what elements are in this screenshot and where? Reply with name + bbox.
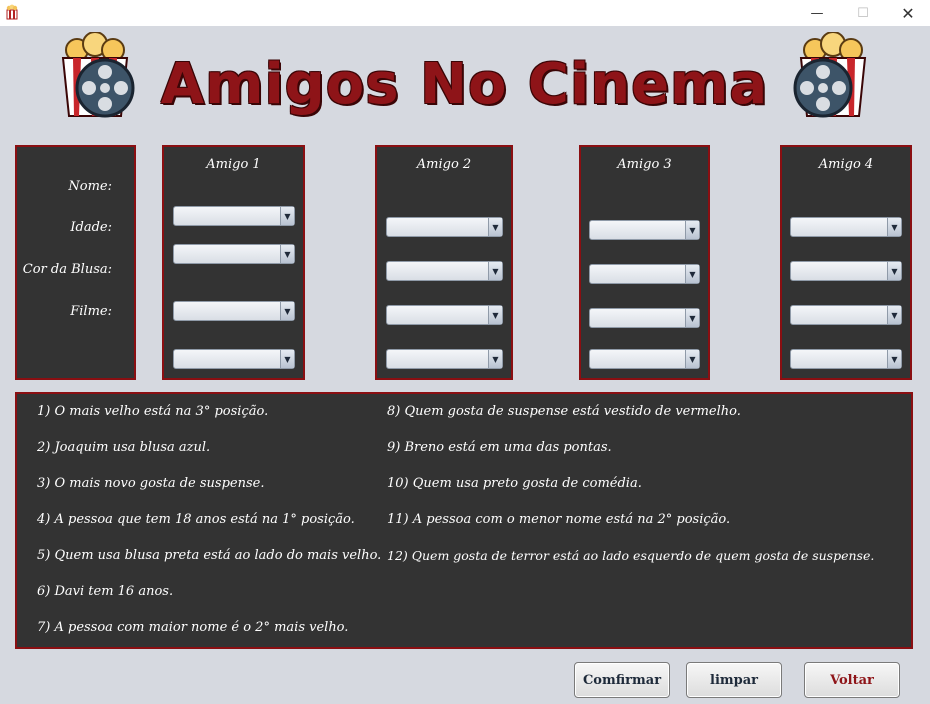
friend3-movie-select[interactable]: ▼ <box>589 349 700 369</box>
chevron-down-icon: ▼ <box>685 350 699 368</box>
friend-title: Amigo 3 <box>617 157 672 172</box>
friend4-shirt-color-select[interactable]: ▼ <box>790 305 902 325</box>
back-button[interactable]: Voltar <box>804 662 900 698</box>
friend2-name-select[interactable]: ▼ <box>386 217 503 237</box>
popcorn-app-icon <box>6 4 18 20</box>
app-title: Amigos No Cinema <box>160 51 769 117</box>
chevron-down-icon: ▼ <box>280 207 294 225</box>
friend1-age-select[interactable]: ▼ <box>173 244 295 264</box>
banner: Amigos No Cinema <box>55 32 870 122</box>
popcorn-film-reel-icon <box>61 32 135 118</box>
friend-title: Amigo 4 <box>818 157 874 172</box>
friend3-shirt-color-select[interactable]: ▼ <box>589 308 700 328</box>
hint-item: 9) Breno está em uma das pontas. <box>387 440 612 455</box>
hint-item: 5) Quem usa blusa preta está ao lado do … <box>37 548 382 563</box>
confirm-button[interactable]: Comfirmar <box>574 662 670 698</box>
chevron-down-icon: ▼ <box>887 306 901 324</box>
friend3-age-select[interactable]: ▼ <box>589 264 700 284</box>
chevron-down-icon: ▼ <box>488 218 502 236</box>
chevron-down-icon: ▼ <box>488 262 502 280</box>
clear-button[interactable]: limpar <box>686 662 782 698</box>
friend-title: Amigo 1 <box>206 157 261 172</box>
friend1-movie-select[interactable]: ▼ <box>173 349 295 369</box>
friend1-name-select[interactable]: ▼ <box>173 206 295 226</box>
minimize-button[interactable]: — <box>794 0 840 26</box>
friend4-movie-select[interactable]: ▼ <box>790 349 902 369</box>
popcorn-film-reel-icon <box>793 32 867 118</box>
label-filme: Filme: <box>70 304 112 319</box>
chevron-down-icon: ▼ <box>887 262 901 280</box>
close-button[interactable]: ✕ <box>885 0 930 26</box>
friend-panel-2: Amigo 2 ▼ ▼ ▼ ▼ <box>375 145 513 380</box>
hint-item: 6) Davi tem 16 anos. <box>37 584 174 599</box>
chevron-down-icon: ▼ <box>488 350 502 368</box>
friend2-movie-select[interactable]: ▼ <box>386 349 503 369</box>
chevron-down-icon: ▼ <box>887 350 901 368</box>
friend-panel-3: Amigo 3 ▼ ▼ ▼ ▼ <box>579 145 710 380</box>
hint-item: 2) Joaquim usa blusa azul. <box>37 440 211 455</box>
hint-item: 3) O mais novo gosta de suspense. <box>37 476 265 491</box>
field-labels-panel: Nome: Idade: Cor da Blusa: Filme: <box>15 145 136 380</box>
friend4-name-select[interactable]: ▼ <box>790 217 902 237</box>
chevron-down-icon: ▼ <box>280 350 294 368</box>
hint-item: 1) O mais velho está na 3° posição. <box>37 404 269 419</box>
label-nome: Nome: <box>68 179 112 194</box>
hints-panel: 1) O mais velho está na 3° posição. 2) J… <box>15 392 913 649</box>
friend1-shirt-color-select[interactable]: ▼ <box>173 301 295 321</box>
hint-item: 7) A pessoa com maior nome é o 2° mais v… <box>37 620 349 635</box>
hint-item: 11) A pessoa com o menor nome está na 2°… <box>387 512 731 527</box>
hint-item: 4) A pessoa que tem 18 anos está na 1° p… <box>37 512 355 527</box>
chevron-down-icon: ▼ <box>488 306 502 324</box>
label-cor-da-blusa: Cor da Blusa: <box>22 262 112 277</box>
friend2-shirt-color-select[interactable]: ▼ <box>386 305 503 325</box>
chevron-down-icon: ▼ <box>685 221 699 239</box>
chevron-down-icon: ▼ <box>280 302 294 320</box>
friend4-age-select[interactable]: ▼ <box>790 261 902 281</box>
hint-item: 10) Quem usa preto gosta de comédia. <box>387 476 642 491</box>
label-idade: Idade: <box>70 220 112 235</box>
chevron-down-icon: ▼ <box>685 309 699 327</box>
hint-item: 12) Quem gosta de terror está ao lado es… <box>387 548 875 563</box>
friend3-name-select[interactable]: ▼ <box>589 220 700 240</box>
chevron-down-icon: ▼ <box>685 265 699 283</box>
friend-panel-4: Amigo 4 ▼ ▼ ▼ ▼ <box>780 145 912 380</box>
friend-title: Amigo 2 <box>416 157 472 172</box>
maximize-button[interactable]: ☐ <box>840 0 886 26</box>
friend2-age-select[interactable]: ▼ <box>386 261 503 281</box>
window-titlebar: — ☐ ✕ <box>0 0 930 26</box>
chevron-down-icon: ▼ <box>280 245 294 263</box>
friend-panel-1: Amigo 1 ▼ ▼ ▼ ▼ <box>162 145 305 380</box>
chevron-down-icon: ▼ <box>887 218 901 236</box>
hint-item: 8) Quem gosta de suspense está vestido d… <box>387 404 741 419</box>
